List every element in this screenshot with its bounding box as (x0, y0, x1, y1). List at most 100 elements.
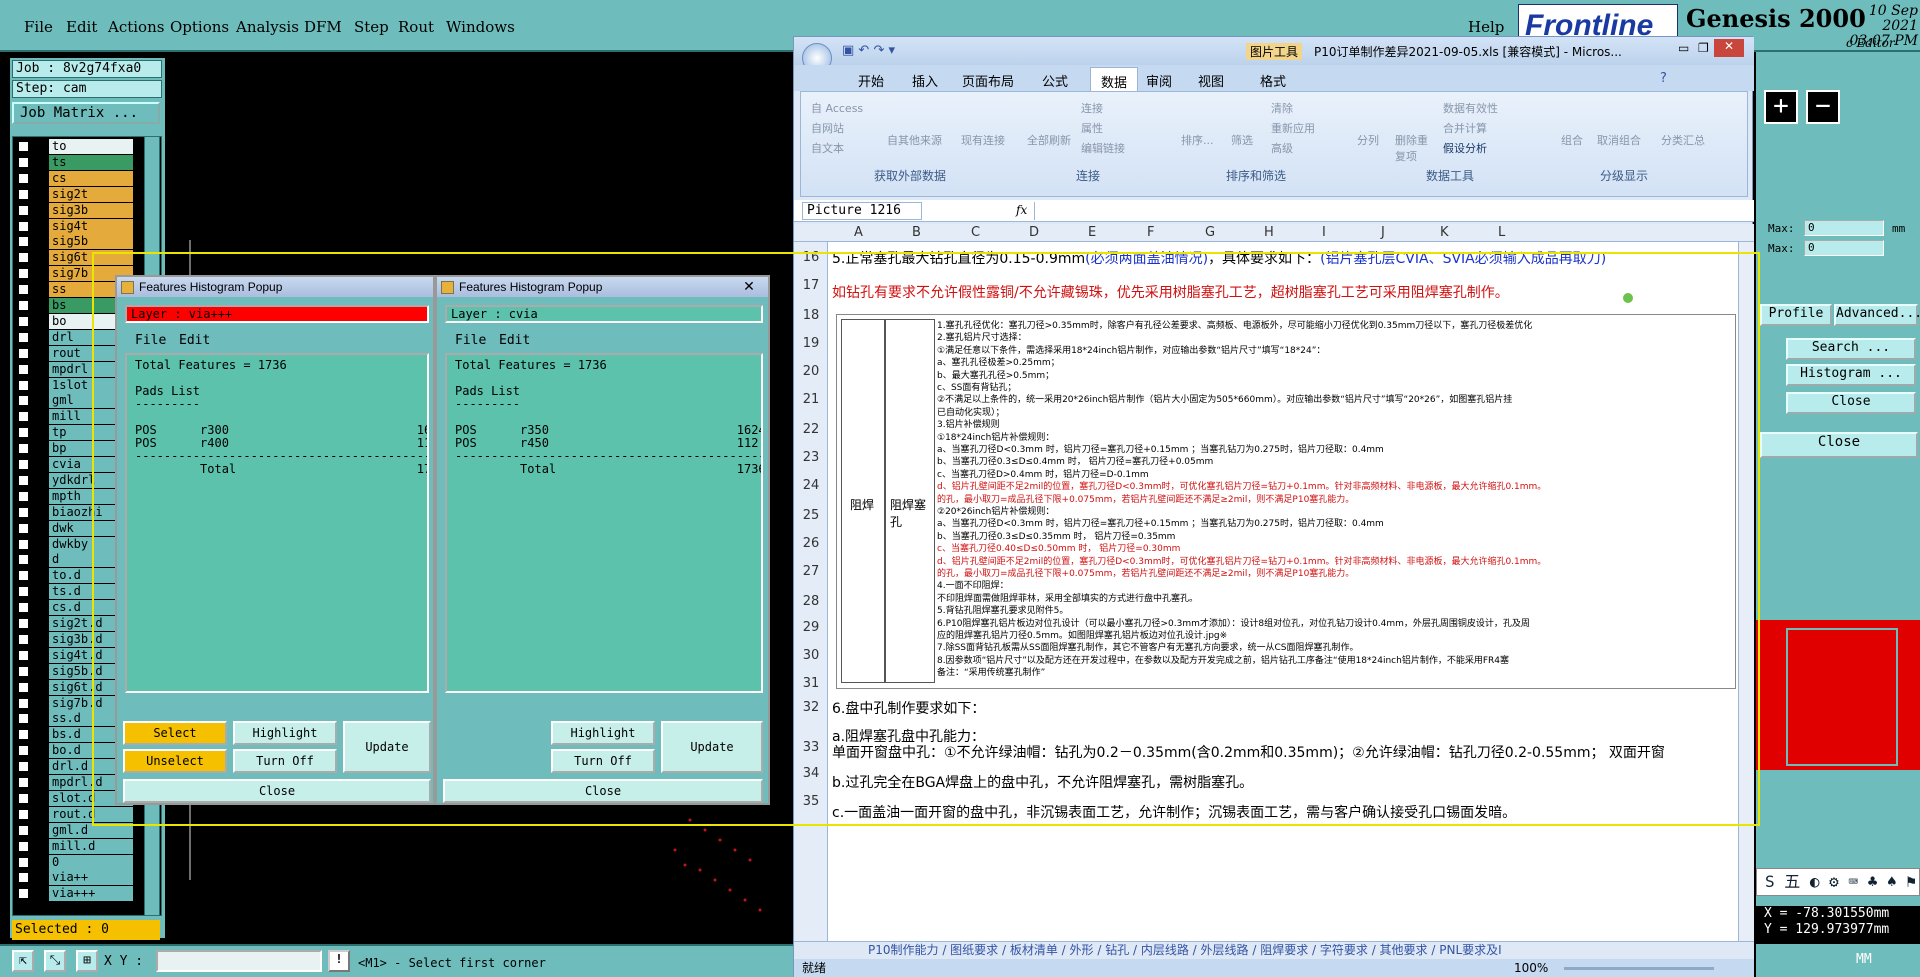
layer-name[interactable]: via+++ (49, 886, 133, 902)
column-header[interactable]: A (854, 225, 863, 240)
advanced-button[interactable]: Advanced... (1834, 304, 1920, 326)
sheet-tabs[interactable]: P10制作能力 / 图纸要求 / 板材清单 / 外形 / 钻孔 / 内层线路 /… (794, 941, 1754, 959)
close-button-1[interactable]: Close (1786, 392, 1916, 414)
layer-checkbox[interactable] (18, 538, 29, 550)
layer-checkbox[interactable] (18, 697, 29, 709)
column-header[interactable]: G (1205, 225, 1215, 240)
layer-checkbox[interactable] (18, 665, 29, 677)
menu-help[interactable]: Help (1468, 18, 1504, 36)
what-if-button[interactable]: 假设分析 (1443, 140, 1487, 156)
menu-dfm[interactable]: DFM (304, 18, 342, 36)
edit-links-button[interactable]: 编辑链接 (1081, 140, 1125, 156)
connections-button[interactable]: 连接 (1081, 100, 1103, 116)
zoom-tool-icon[interactable]: ⇱ (12, 950, 34, 972)
filter-button[interactable]: 筛选 (1231, 132, 1253, 148)
layer-name[interactable]: cs (49, 170, 133, 186)
tab-formulas[interactable]: 公式 (1042, 71, 1068, 90)
layer-checkbox[interactable] (18, 713, 29, 725)
grid-tool-icon[interactable]: ⊞ (76, 950, 98, 972)
layer-name[interactable]: via++ (49, 870, 133, 886)
menu-file[interactable]: File (24, 18, 53, 36)
layer-checkbox[interactable] (18, 888, 29, 900)
layer-checkbox[interactable] (18, 554, 29, 566)
profile-button[interactable]: Profile (1760, 304, 1832, 326)
tab-page-layout[interactable]: 页面布局 (962, 71, 1014, 90)
warning-icon[interactable]: ! (328, 950, 350, 972)
layer-checkbox[interactable] (18, 236, 29, 248)
zoom-slider[interactable] (1564, 967, 1714, 970)
layer-checkbox[interactable] (18, 490, 29, 502)
layer-checkbox[interactable] (18, 300, 29, 311)
other-sources-button[interactable]: 自其他来源 (887, 132, 942, 148)
column-header[interactable]: C (971, 225, 980, 240)
max1-field[interactable]: 0 (1804, 220, 1884, 236)
layer-checkbox[interactable] (18, 395, 29, 407)
tab-insert[interactable]: 插入 (912, 71, 938, 90)
layer-checkbox[interactable] (18, 188, 29, 200)
reapply-button[interactable]: 重新应用 (1271, 120, 1315, 136)
text-to-columns-button[interactable]: 分列 (1357, 132, 1379, 148)
column-header[interactable]: J (1381, 225, 1385, 240)
ungroup-button[interactable]: 取消组合 (1597, 132, 1641, 148)
menu-options[interactable]: Options (170, 18, 229, 36)
layer-checkbox[interactable] (18, 618, 29, 629)
xy-input[interactable] (156, 950, 322, 972)
menu-analysis[interactable]: Analysis (236, 18, 299, 36)
layer-checkbox[interactable] (18, 633, 29, 645)
consolidate-button[interactable]: 合并计算 (1443, 120, 1487, 136)
layer-name[interactable]: to (49, 139, 133, 154)
layer-checkbox[interactable] (18, 474, 29, 486)
advanced-filter-button[interactable]: 高级 (1271, 140, 1293, 156)
minimize-icon[interactable]: ▭ (1678, 41, 1689, 55)
menu-step[interactable]: Step (354, 18, 389, 36)
layer-checkbox[interactable] (18, 824, 29, 836)
from-web-button[interactable]: 自网站 (811, 120, 844, 136)
layer-checkbox[interactable] (18, 649, 29, 661)
quick-access-icons[interactable]: ▣ ↶ ↷ ▾ (842, 43, 895, 58)
column-header[interactable]: B (912, 225, 921, 240)
layer-checkbox[interactable] (18, 220, 29, 232)
existing-connections-button[interactable]: 现有连接 (961, 132, 1005, 148)
layer-checkbox[interactable] (18, 331, 29, 343)
restore-icon[interactable]: ❐ (1698, 41, 1709, 55)
menu-edit[interactable]: Edit (66, 18, 97, 36)
layer-name[interactable]: ts (49, 154, 133, 170)
layer-name[interactable]: sig4t (49, 218, 133, 234)
group-button[interactable]: 组合 (1561, 132, 1583, 148)
layer-checkbox[interactable] (18, 284, 29, 296)
help-icon[interactable]: ? (1660, 71, 1667, 86)
layer-checkbox[interactable] (18, 872, 29, 884)
layer-checkbox[interactable] (18, 808, 29, 820)
remove-duplicates-button[interactable]: 删除重复项 (1395, 132, 1435, 164)
data-validation-button[interactable]: 数据有效性 (1443, 100, 1498, 116)
from-text-button[interactable]: 自文本 (811, 140, 844, 156)
close-button-2[interactable]: Close (1760, 432, 1918, 458)
layer-checkbox[interactable] (18, 141, 29, 152)
subtotal-button[interactable]: 分类汇总 (1661, 132, 1705, 148)
layer-name[interactable]: mill.d (49, 838, 133, 854)
layer-checkbox[interactable] (18, 602, 29, 614)
column-header[interactable]: H (1264, 225, 1274, 240)
layer-name[interactable]: sig3b (49, 202, 133, 218)
column-header[interactable]: E (1088, 225, 1096, 240)
layer-checkbox[interactable] (18, 156, 29, 168)
layer-checkbox[interactable] (18, 459, 29, 470)
layer-checkbox[interactable] (18, 427, 29, 439)
fx-icon[interactable]: fx (1016, 203, 1027, 217)
properties-button[interactable]: 属性 (1081, 120, 1103, 136)
tab-home[interactable]: 开始 (858, 71, 884, 90)
layer-checkbox[interactable] (18, 506, 29, 518)
menu-actions[interactable]: Actions (108, 18, 164, 36)
refresh-all-button[interactable]: 全部刷新 (1027, 132, 1071, 148)
layer-checkbox[interactable] (18, 792, 29, 804)
layer-checkbox[interactable] (18, 840, 29, 852)
tab-format[interactable]: 格式 (1260, 71, 1286, 90)
plus-icon[interactable]: + (1764, 90, 1798, 124)
clear-button[interactable]: 清除 (1271, 100, 1293, 116)
layer-checkbox[interactable] (18, 268, 29, 280)
layer-name[interactable]: sig5b (49, 234, 133, 250)
column-header[interactable]: D (1029, 225, 1039, 240)
layer-checkbox[interactable] (18, 856, 29, 868)
formula-input[interactable] (1034, 202, 1744, 220)
name-box[interactable]: Picture 1216 (802, 202, 922, 220)
